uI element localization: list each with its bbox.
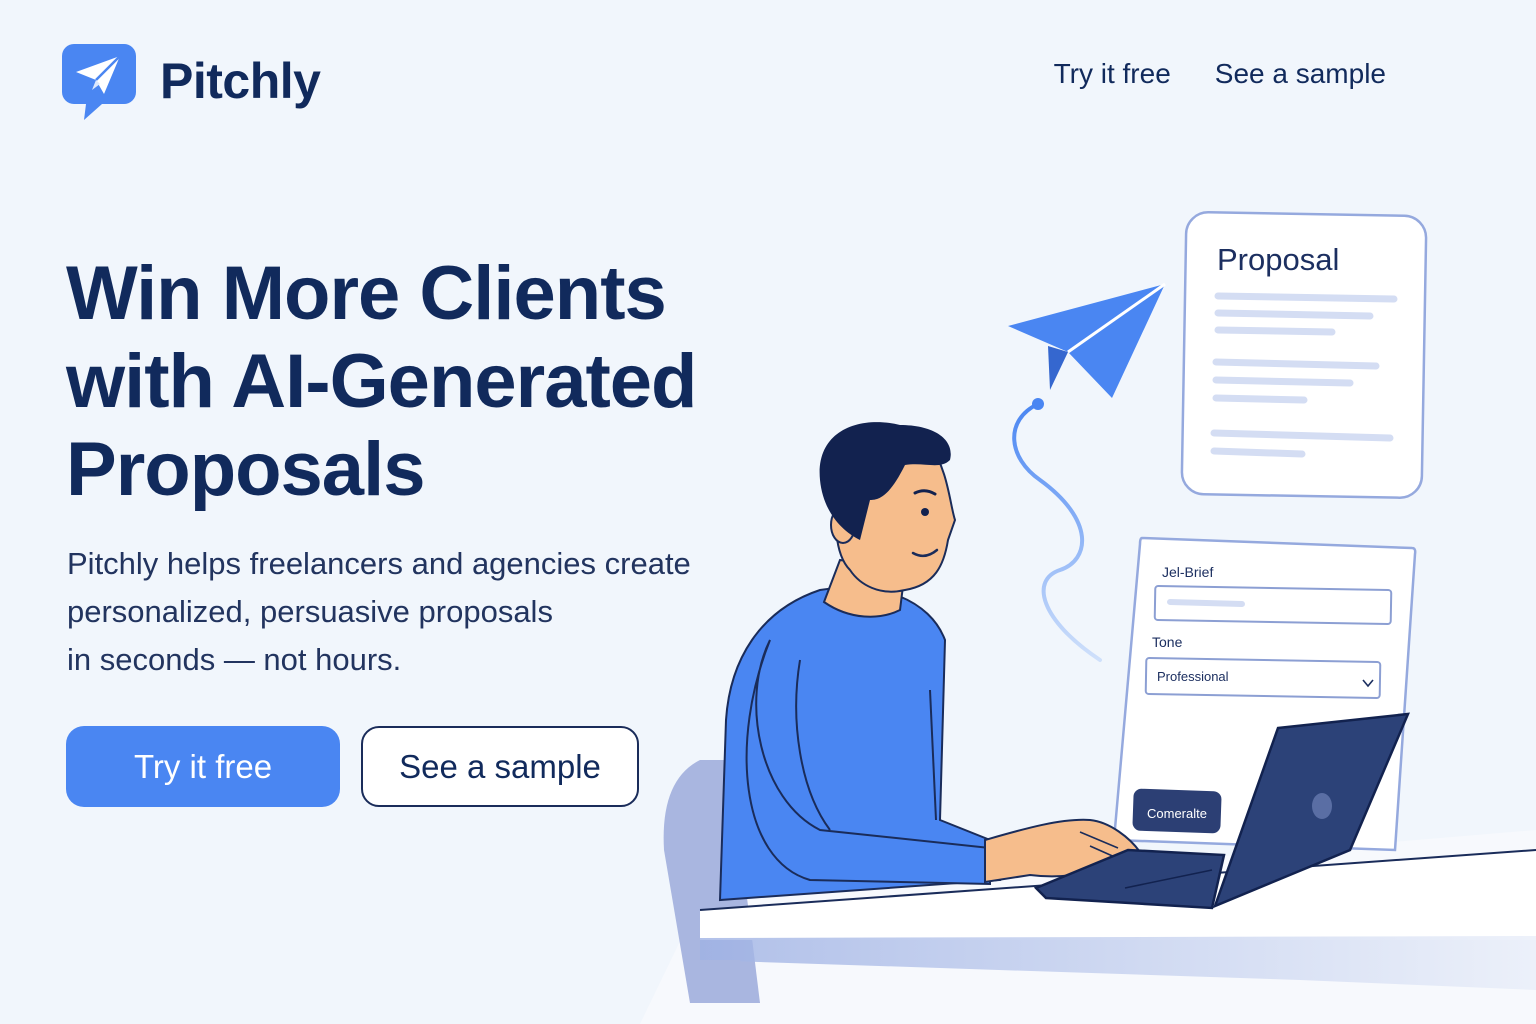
proposal-card: Proposal	[1180, 211, 1428, 499]
see-sample-button[interactable]: See a sample	[361, 726, 639, 807]
headline-line: Win More Clients	[66, 251, 667, 336]
paper-plane-icon	[1008, 282, 1166, 398]
headline-line: Proposals	[66, 427, 425, 512]
tone-select[interactable]	[1144, 657, 1382, 699]
nav-see-sample-link[interactable]: See a sample	[1215, 58, 1386, 90]
chair	[663, 760, 760, 1003]
brand-logo[interactable]: Pitchly	[62, 42, 321, 120]
try-free-button[interactable]: Try it free	[66, 726, 340, 807]
brief-label: Jel-Brief	[1162, 564, 1213, 580]
desk	[692, 849, 1536, 1003]
paper-plane-chat-icon	[62, 44, 136, 120]
brand-name: Pitchly	[160, 53, 321, 109]
headline-line: with AI-Generated	[66, 339, 697, 424]
nav-try-free-link[interactable]: Try it free	[1054, 58, 1171, 90]
laptop-logo	[1312, 793, 1332, 819]
top-nav: Try it free See a sample	[1054, 58, 1386, 90]
tone-label: Tone	[1152, 634, 1183, 650]
generate-button[interactable]	[1132, 788, 1222, 834]
floor-shape	[640, 830, 1536, 1024]
subtext-line: personalized, persuasive proposals	[67, 594, 553, 629]
form-panel: Jel-Brief Tone Professional Comeralte	[1112, 536, 1417, 852]
subtext-line: in seconds — not hours.	[67, 642, 402, 677]
hero-subtext: Pitchly helps freelancers and agencies c…	[67, 540, 747, 684]
hero-headline: Win More Clients with AI-Generated Propo…	[66, 250, 786, 514]
brief-input[interactable]	[1153, 584, 1393, 626]
subtext-line: Pitchly helps freelancers and agencies c…	[67, 546, 691, 581]
proposal-card-title: Proposal	[1217, 242, 1339, 277]
proposal-text-lines	[1210, 292, 1398, 458]
plane-trail	[1012, 402, 1102, 662]
laptop	[1033, 712, 1410, 910]
